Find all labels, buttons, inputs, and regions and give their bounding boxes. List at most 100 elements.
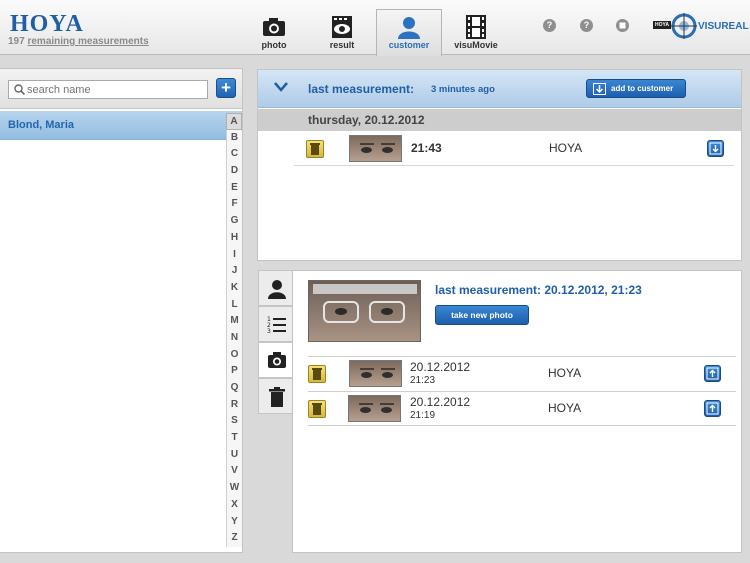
add-customer-button[interactable]: + [216,78,236,98]
alphabet-letter-x[interactable]: X [226,496,242,514]
measurement-row[interactable]: 21:43 HOYA [294,132,734,166]
tab-visumovie[interactable]: visuMovie [443,10,509,55]
measurement-date: 20.12.2012 [410,360,471,374]
alphabet-letter-h[interactable]: H [226,229,242,247]
upload-icon[interactable] [704,400,721,417]
camera-icon [268,352,286,368]
crosshair-icon [671,13,697,39]
tab-result-label: result [329,40,355,50]
tab-photos[interactable] [258,342,294,378]
tab-photo[interactable]: photo [241,10,307,55]
alphabet-index[interactable]: ABCDEFGHIJKLMNOPQRSTUVWXYZ [226,113,242,547]
customer-list-panel: + Blond, Maria ABCDEFGHIJKLMNOPQRSTUVWXY… [0,68,243,553]
alphabet-letter-m[interactable]: M [226,313,242,330]
chevron-down-icon[interactable] [274,82,288,92]
remaining-label[interactable]: remaining measurements [27,36,148,47]
customer-measurements-panel: last measurement: 20.12.2012, 21:23 take… [292,270,742,553]
alphabet-letter-z[interactable]: Z [226,530,242,547]
last-measurement-label: last measurement: 20.12.2012, 21:23 [435,283,642,297]
download-icon[interactable] [707,140,724,157]
alphabet-letter-n[interactable]: N [226,329,242,347]
alphabet-letter-q[interactable]: Q [226,380,242,397]
latest-measurement-header: last measurement: 3 minutes ago add to c… [258,70,741,108]
download-icon [593,83,606,95]
tab-result[interactable]: result [309,10,375,55]
person-icon [268,280,286,299]
svg-text:3: 3 [267,328,271,335]
hoya-logo: HOYA [10,11,84,37]
visureal-logo: HOYA VISUREAL [653,13,749,41]
tab-photo-label: photo [261,40,287,50]
upload-icon[interactable] [704,365,721,382]
alphabet-letter-y[interactable]: Y [226,513,242,531]
remaining-measurements[interactable]: 197 remaining measurements [8,36,149,47]
measurement-thumbnail[interactable] [349,360,402,387]
measurement-thumbnail[interactable] [348,395,401,422]
add-to-customer-button[interactable]: add to customer [586,79,686,98]
alphabet-letter-u[interactable]: U [226,446,242,464]
date-header: thursday, 20.12.2012 [258,109,741,131]
alphabet-letter-j[interactable]: J [226,263,242,280]
latest-measurement-panel: last measurement: 3 minutes ago add to c… [257,69,742,261]
alphabet-letter-v[interactable]: V [226,463,242,481]
camera-icon [241,14,307,40]
measurement-photo[interactable] [308,280,421,342]
list-icon: 123 [267,316,286,335]
alphabet-letter-i[interactable]: I [226,246,242,264]
measurement-time: 21:43 [411,141,442,155]
alphabet-letter-l[interactable]: L [226,296,242,314]
measurement-brand: HOYA [548,366,582,380]
alphabet-letter-k[interactable]: K [226,279,242,297]
search-bar: + [0,69,242,109]
alphabet-letter-d[interactable]: D [226,163,242,180]
eye-film-icon [309,14,375,40]
alphabet-letter-e[interactable]: E [226,179,242,197]
trash-icon [269,387,285,407]
search-box[interactable] [8,80,208,99]
alphabet-letter-c[interactable]: C [226,146,242,164]
take-new-photo-button[interactable]: take new photo [435,305,529,325]
tab-list[interactable]: 123 [258,306,293,342]
measurement-date: 20.12.2012 [410,395,471,409]
measurement-brand: HOYA [548,401,582,415]
measurement-time: 21:23 [410,375,436,386]
customer-side-tabs: 123 [258,270,294,414]
list-divider [308,425,736,426]
tab-customer[interactable]: customer [376,9,442,56]
person-icon [377,14,441,40]
measurement-thumbnail[interactable] [349,135,402,162]
remaining-count: 197 [8,36,25,47]
customer-list-item[interactable]: Blond, Maria [0,111,242,140]
alphabet-letter-w[interactable]: W [226,480,242,497]
alphabet-letter-t[interactable]: T [226,430,242,447]
search-input[interactable] [27,82,205,97]
last-measurement-title: last measurement: [308,82,415,96]
measurement-brand: HOYA [549,141,583,155]
last-measurement-ago: 3 minutes ago [431,84,495,95]
customer-name: Blond, Maria [8,119,75,131]
tab-visumovie-label: visuMovie [454,40,498,50]
tab-customer-label: customer [388,40,430,50]
alphabet-letter-f[interactable]: F [226,196,242,214]
search-icon [14,84,25,95]
alphabet-letter-o[interactable]: O [226,346,242,364]
alphabet-letter-p[interactable]: P [226,363,242,380]
alphabet-letter-a[interactable]: A [226,113,242,130]
trash-icon[interactable] [306,140,324,158]
alphabet-letter-s[interactable]: S [226,413,242,431]
measurement-row[interactable]: 20.12.2012 21:19 HOYA [308,391,736,424]
tab-delete[interactable] [258,378,293,414]
info-icon[interactable]: ? [580,19,593,32]
alphabet-letter-r[interactable]: R [226,396,242,414]
tab-customer-details[interactable] [258,270,293,306]
date-header-label: thursday, 20.12.2012 [308,113,425,127]
trash-icon[interactable] [308,400,326,418]
hoya-small-logo: HOYA [653,21,671,29]
settings-icon[interactable] [616,19,629,32]
measurement-row[interactable]: 20.12.2012 21:23 HOYA [308,356,736,389]
alphabet-letter-b[interactable]: B [226,129,242,147]
trash-icon[interactable] [308,365,326,383]
alphabet-letter-g[interactable]: G [226,213,242,230]
help-icon[interactable]: ? [543,19,556,32]
add-to-customer-label: add to customer [611,84,674,93]
